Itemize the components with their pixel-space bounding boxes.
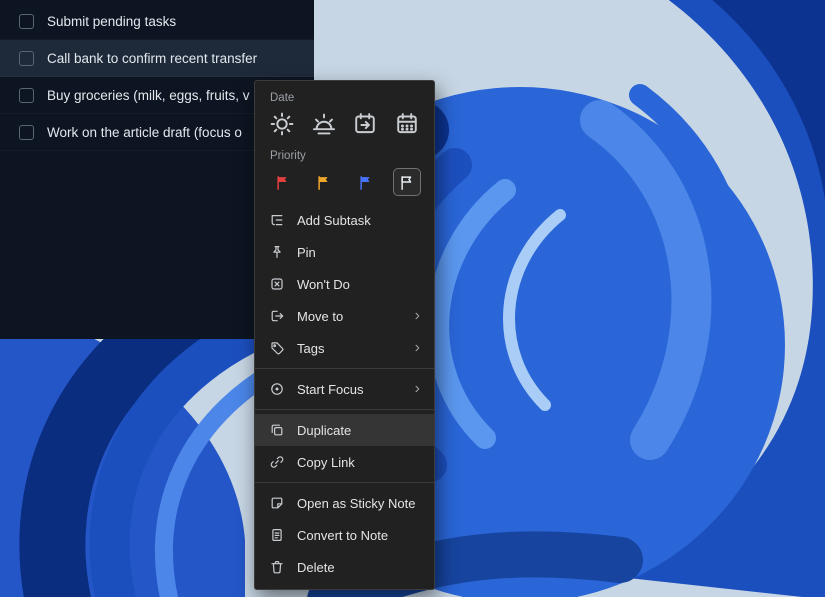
menu-item-label: Duplicate [297, 423, 420, 438]
menu-item-label: Open as Sticky Note [297, 496, 420, 511]
task-checkbox[interactable] [19, 51, 34, 66]
wont-do-icon [269, 276, 285, 292]
menu-item-label: Delete [297, 560, 420, 575]
task-title: Call bank to confirm recent transfer [47, 51, 257, 66]
date-section-label: Date [255, 85, 434, 107]
menu-item-delete[interactable]: Delete [255, 551, 434, 583]
tags-icon [269, 340, 285, 356]
next-week-calendar-icon [352, 111, 378, 137]
desktop: Submit pending tasks Call bank to confir… [0, 0, 825, 597]
menu-item-convert-to-note[interactable]: Convert to Note [255, 519, 434, 551]
task-checkbox[interactable] [19, 14, 34, 29]
chevron-right-icon: › [415, 381, 420, 397]
menu-item-label: Won't Do [297, 277, 420, 292]
date-tomorrow-button[interactable] [310, 110, 338, 138]
menu-item-duplicate[interactable]: Duplicate [255, 414, 434, 446]
duplicate-icon [269, 422, 285, 438]
menu-item-wont-do[interactable]: Won't Do [255, 268, 434, 300]
high-priority-flag-icon [274, 174, 291, 191]
menu-item-label: Copy Link [297, 455, 420, 470]
menu-item-pin[interactable]: Pin [255, 236, 434, 268]
date-custom-button[interactable] [393, 110, 421, 138]
menu-item-start-focus[interactable]: Start Focus › [255, 373, 434, 405]
priority-section-label: Priority [255, 143, 434, 165]
move-to-icon [269, 308, 285, 324]
task-checkbox[interactable] [19, 125, 34, 140]
task-title: Work on the article draft (focus o [47, 125, 242, 140]
menu-item-tags[interactable]: Tags › [255, 332, 434, 364]
medium-priority-flag-icon [315, 174, 332, 191]
menu-item-copy-link[interactable]: Copy Link [255, 446, 434, 478]
chevron-right-icon: › [415, 340, 420, 356]
menu-item-label: Add Subtask [297, 213, 420, 228]
menu-separator [255, 409, 434, 410]
today-sun-icon [269, 111, 295, 137]
low-priority-flag-icon [357, 174, 374, 191]
menu-separator [255, 368, 434, 369]
start-focus-icon [269, 381, 285, 397]
pin-icon [269, 244, 285, 260]
add-subtask-icon [269, 212, 285, 228]
tomorrow-sunrise-icon [311, 111, 337, 137]
convert-note-icon [269, 527, 285, 543]
menu-item-label: Move to [297, 309, 403, 324]
menu-separator [255, 482, 434, 483]
menu-item-open-as-sticky-note[interactable]: Open as Sticky Note [255, 487, 434, 519]
priority-medium-flag-button[interactable] [310, 168, 338, 196]
task-context-menu: Date [254, 80, 435, 590]
chevron-right-icon: › [415, 308, 420, 324]
custom-date-calendar-icon [394, 111, 420, 137]
priority-low-flag-button[interactable] [351, 168, 379, 196]
trash-icon [269, 559, 285, 575]
task-row[interactable]: Submit pending tasks [0, 3, 314, 40]
priority-options-row [255, 165, 434, 201]
menu-item-label: Pin [297, 245, 420, 260]
menu-item-label: Start Focus [297, 382, 403, 397]
date-options-row [255, 107, 434, 143]
sticky-note-icon [269, 495, 285, 511]
context-menu-items: Add Subtask Pin Won't Do Move to › [255, 201, 434, 583]
task-title: Buy groceries (milk, eggs, fruits, v [47, 88, 250, 103]
no-priority-flag-icon [398, 174, 415, 191]
menu-item-add-subtask[interactable]: Add Subtask [255, 204, 434, 236]
copy-link-icon [269, 454, 285, 470]
menu-item-move-to[interactable]: Move to › [255, 300, 434, 332]
priority-none-flag-button[interactable] [393, 168, 421, 196]
task-title: Submit pending tasks [47, 14, 176, 29]
priority-high-flag-button[interactable] [268, 168, 296, 196]
task-checkbox[interactable] [19, 88, 34, 103]
date-today-button[interactable] [268, 110, 296, 138]
menu-item-label: Convert to Note [297, 528, 420, 543]
menu-item-label: Tags [297, 341, 403, 356]
date-next-week-button[interactable] [351, 110, 379, 138]
task-row-selected[interactable]: Call bank to confirm recent transfer [0, 40, 314, 77]
